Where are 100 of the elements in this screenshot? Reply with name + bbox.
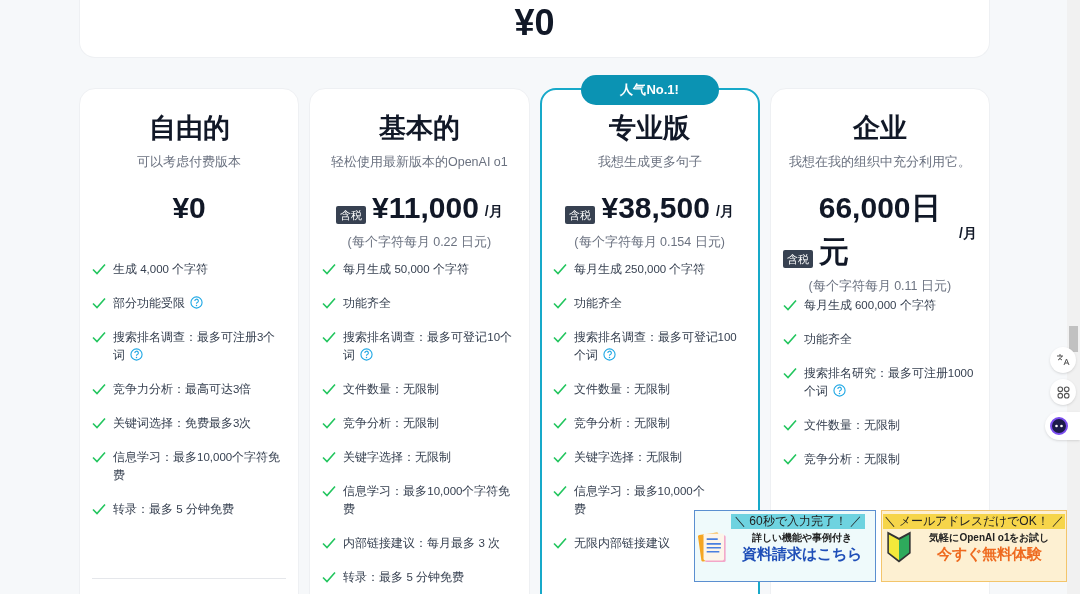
feature-text: 每月生成 600,000 个字符 — [803, 298, 936, 313]
feature-text: 搜索排名研究：最多可注册1000个词 — [803, 366, 975, 399]
feature-text: 文件数量：无限制 — [343, 382, 440, 397]
promo-banner[interactable]: ＼ 60秒で入力完了！ ／ 詳しい機能や事例付き 資料請求はこちら — [694, 510, 876, 582]
check-icon — [92, 331, 106, 343]
feature-text: 生成 4,000 个字符 — [113, 262, 209, 277]
help-icon[interactable] — [360, 348, 374, 361]
plan-title: 专业版 — [608, 112, 692, 145]
feature-text: 无限内部链接建议 — [573, 536, 670, 551]
check-icon — [322, 263, 337, 275]
promo-banner[interactable]: ＼ メールアドレスだけでOK！ ／ 気軽にOpenAI o1をお試し 今すぐ無料体験 — [881, 510, 1067, 582]
feature-text: 竞争分析：无限制 — [343, 416, 440, 431]
help-icon[interactable] — [190, 296, 203, 309]
feature-text: 关键字选择：无限制 — [343, 450, 452, 465]
feature-text: 功能齐全 — [343, 296, 392, 311]
feature-text: 功能齐全 — [803, 332, 852, 347]
translate-icon — [1056, 353, 1070, 367]
tax-badge: 含税 — [336, 206, 367, 224]
check-icon — [92, 263, 106, 275]
beginner-mark-icon — [885, 529, 913, 565]
plan-price: ¥38,500 — [601, 190, 710, 226]
check-icon — [552, 263, 567, 275]
feature-text: 搜索排名调查：最多可注册3个词 — [113, 330, 277, 363]
feature-text: 信息学习：最多10,000个字符免费 — [113, 450, 282, 483]
check-icon — [322, 451, 337, 463]
price-period: /月 — [484, 201, 503, 221]
plan-subtitle: 轻松使用最新版本的OpenAI o1 — [330, 154, 509, 171]
check-icon — [92, 451, 106, 463]
feature-text: 每月生成 250,000 个字符 — [573, 262, 706, 277]
feature-text: 内部链接建议：每月最多 3 次 — [343, 536, 501, 551]
help-icon[interactable] — [832, 384, 846, 397]
feature-text: 文件数量：无限制 — [573, 382, 670, 397]
check-icon — [322, 297, 337, 309]
check-icon — [92, 383, 106, 395]
feature-text: 关键词选择：免费最多3次 — [113, 416, 252, 431]
feature-text: 竞争分析：无限制 — [803, 452, 900, 467]
feature-text: 信息学习：最多10,000个 — [573, 484, 705, 499]
feature-text: 关键字选择：无限制 — [573, 450, 682, 465]
feature-text: 每月生成 50,000 个字符 — [343, 262, 469, 277]
apps-button[interactable] — [1050, 379, 1076, 405]
check-icon — [782, 333, 797, 345]
tax-badge: 含税 — [782, 250, 813, 268]
price-period: /月 — [715, 201, 734, 221]
check-icon — [322, 417, 337, 429]
check-icon — [552, 451, 567, 463]
assistant-button[interactable] — [1045, 412, 1080, 440]
check-icon — [322, 331, 337, 343]
feature-text: 费 — [573, 502, 587, 517]
check-icon — [552, 297, 567, 309]
banner-cta: 資料請求はこちら — [741, 544, 862, 563]
plan-subtitle: 可以考虑付费版本 — [136, 154, 243, 171]
check-icon — [782, 367, 797, 379]
banner-tagline: ＼ メールアドレスだけでOK！ ／ — [883, 514, 1065, 529]
plan-title: 自由的 — [147, 112, 231, 145]
feature-text: 竞争力分析：最高可达3倍 — [113, 382, 252, 397]
banner-tagline: ＼ 60秒で入力完了！ ／ — [731, 514, 865, 529]
feature-text: 转录：最多 5 分钟免费 — [343, 570, 465, 585]
check-icon — [92, 417, 106, 429]
check-icon — [552, 331, 567, 343]
check-icon — [552, 383, 567, 395]
feature-text: 功能齐全 — [573, 296, 622, 311]
feature-text: 搜索排名调查：最多可登记100个词 — [573, 330, 738, 363]
check-icon — [92, 297, 106, 309]
plan-subtitle: 我想生成更多句子 — [596, 154, 703, 171]
feature-text: 竞争分析：无限制 — [573, 416, 670, 431]
popular-badge: 人气No.1! — [580, 75, 719, 105]
check-icon — [782, 299, 797, 311]
scrollbar-thumb[interactable] — [1069, 326, 1078, 352]
check-icon — [782, 419, 797, 431]
check-icon — [322, 485, 337, 497]
plan-title: 基本的 — [377, 112, 461, 145]
check-icon — [552, 417, 567, 429]
robot-icon — [1050, 417, 1068, 435]
banner-text: 詳しい機能や事例付き — [751, 531, 852, 544]
check-icon — [552, 485, 567, 497]
check-icon — [92, 503, 106, 515]
price-note: (每个字符每月 0.22 日元) — [347, 234, 492, 251]
help-icon[interactable] — [130, 348, 143, 361]
plan-price: ¥11,000 — [372, 190, 479, 226]
price-note: (每个字符每月 0.154 日元) — [574, 234, 725, 251]
banner-cta: 今すぐ無料体験 — [937, 544, 1042, 563]
check-icon — [322, 571, 337, 583]
feature-text: 文件数量：无限制 — [803, 418, 900, 433]
plan-price: ¥0 — [172, 190, 206, 226]
check-icon — [782, 453, 797, 465]
grid-icon — [1056, 385, 1070, 399]
feature-text: 搜索排名调查：最多可登记10个词 — [343, 330, 514, 363]
translate-button[interactable] — [1050, 347, 1076, 373]
plan-subtitle: 我想在我的组织中充分利用它。 — [787, 154, 972, 171]
plan-price: 66,000日元 — [818, 190, 942, 270]
tax-badge: 含税 — [565, 206, 596, 224]
check-icon — [322, 537, 337, 549]
banner-text: 気軽にOpenAI o1をお試し — [929, 531, 1050, 544]
plan-title: 企业 — [851, 112, 908, 145]
feature-text: 转录：最多 5 分钟免费 — [113, 502, 234, 517]
price-note: (每个字符每月 0.11 日元) — [808, 278, 952, 295]
check-icon — [322, 383, 337, 395]
price-period: /月 — [959, 223, 977, 243]
help-icon[interactable] — [602, 348, 616, 361]
feature-text: 部分功能受限 — [113, 294, 203, 312]
